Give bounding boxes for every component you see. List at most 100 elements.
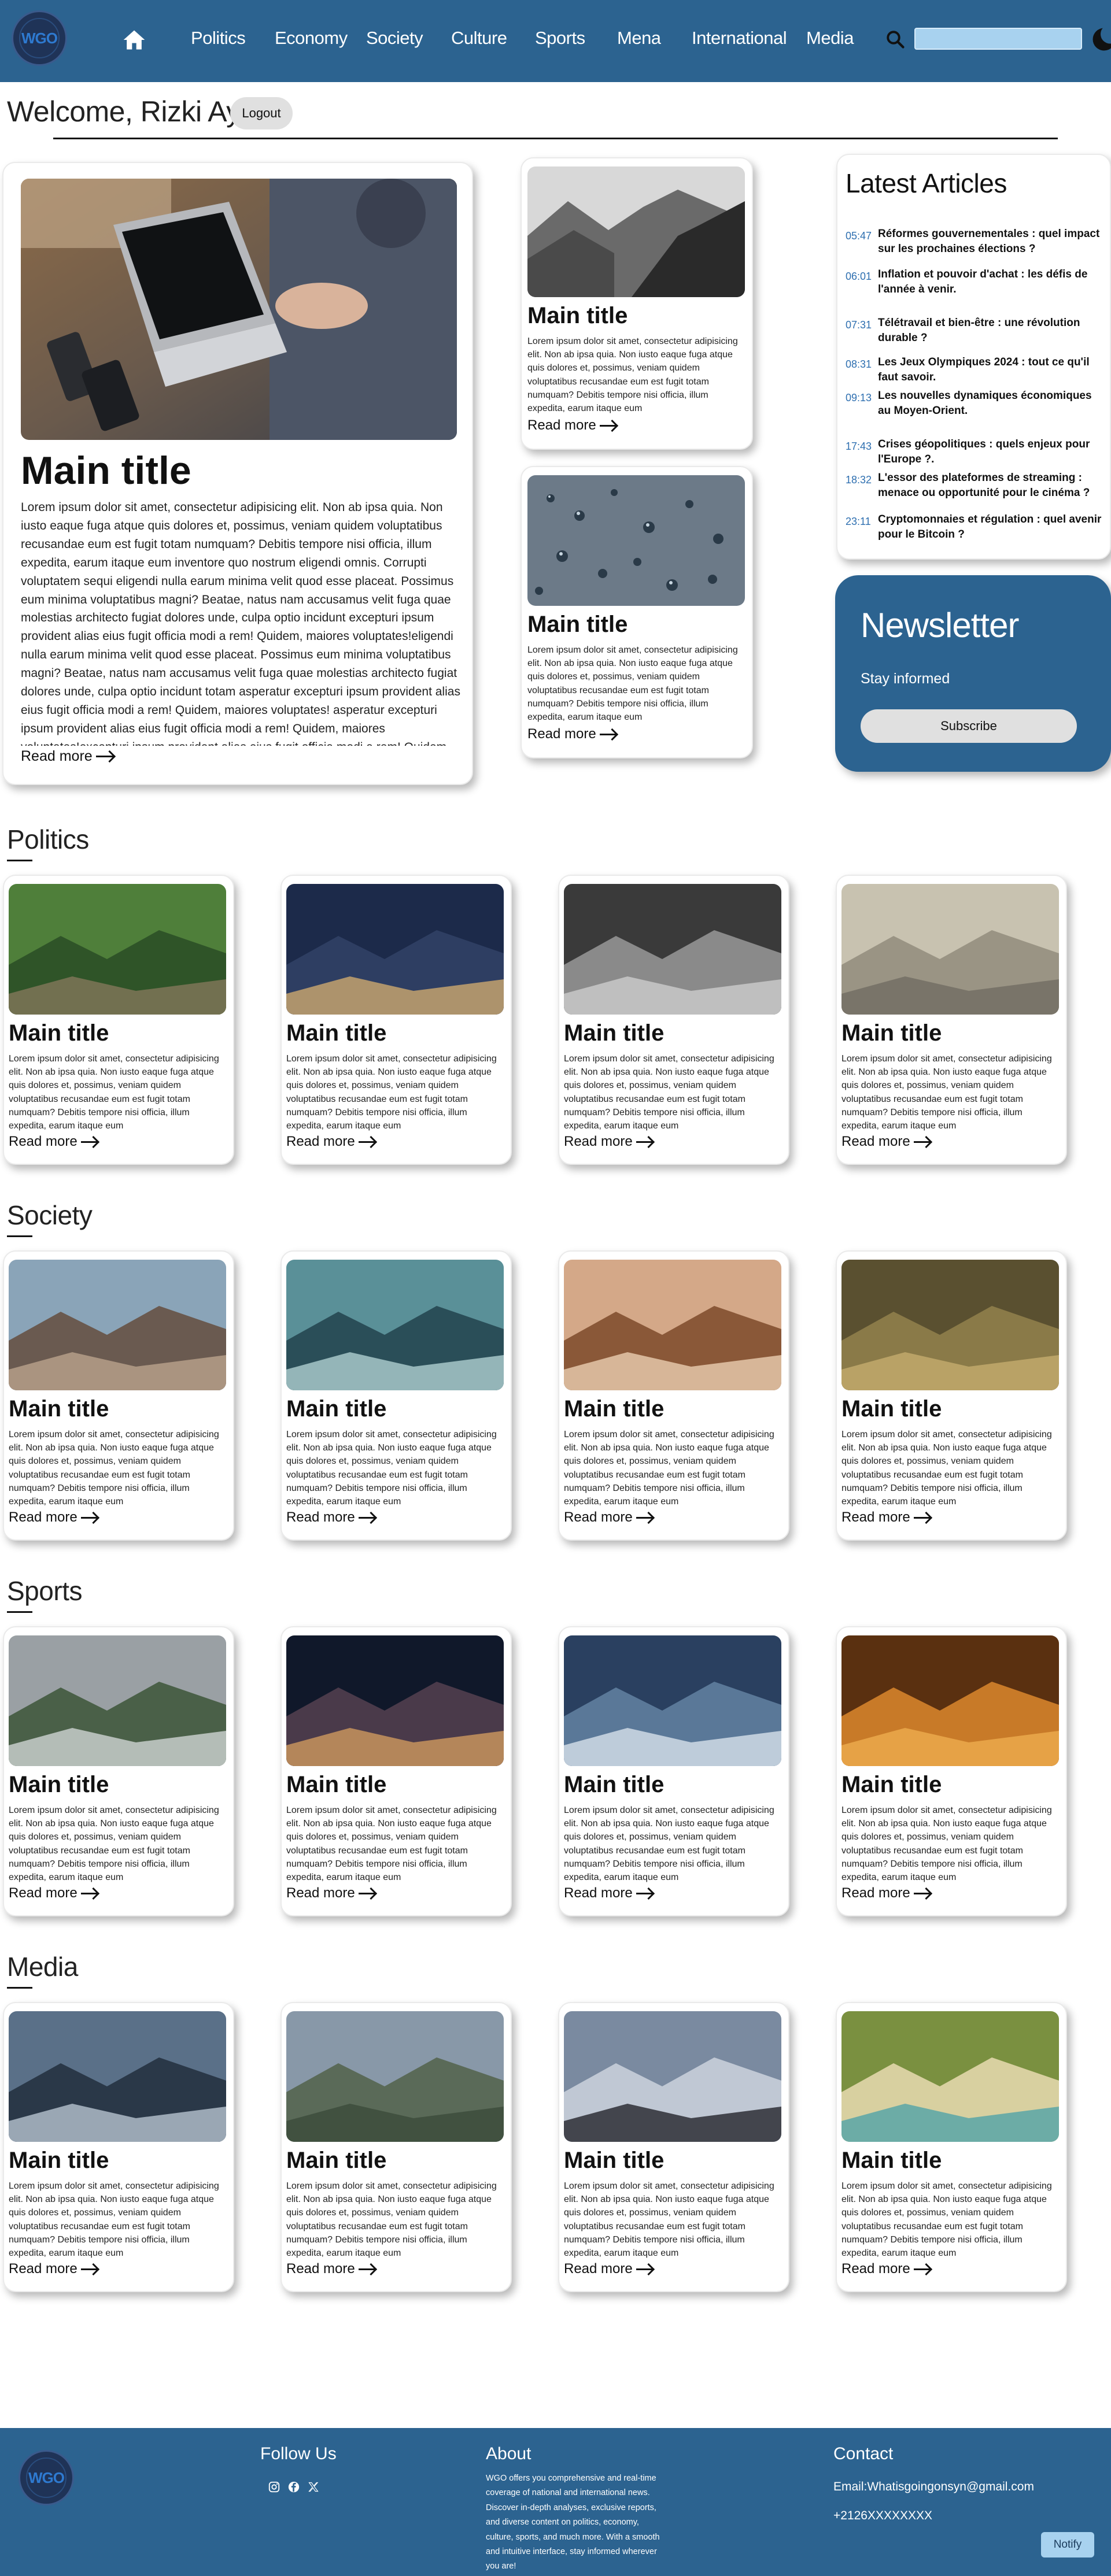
featured-card[interactable]: Main title Lorem ipsum dolor sit amet, c… xyxy=(2,162,473,785)
latest-item[interactable]: 09:13 Les nouvelles dynamiques économique… xyxy=(846,388,1106,418)
misty-mountain-image xyxy=(9,1635,226,1766)
nav-international[interactable]: International xyxy=(692,28,806,49)
forest-stream-image xyxy=(9,884,226,1015)
article-card-title[interactable]: Main title xyxy=(286,1020,386,1046)
latest-item[interactable]: 07:31 Télétravail et bien-être : une révo… xyxy=(846,316,1106,345)
article-card[interactable]: Main title Lorem ipsum dolor sit amet, co… xyxy=(280,1250,512,1541)
article-card-read-more[interactable]: Read more xyxy=(9,2261,97,2277)
article-card[interactable]: Main title Lorem ipsum dolor sit amet, co… xyxy=(558,1250,789,1541)
nav-culture[interactable]: Culture xyxy=(451,28,535,49)
mid-card-2[interactable]: Main title Lorem ipsum dolor sit amet, c… xyxy=(521,466,753,758)
mid-card-2-title[interactable]: Main title xyxy=(527,612,628,638)
article-card-read-more[interactable]: Read more xyxy=(286,1509,375,1526)
article-card[interactable]: Main title Lorem ipsum dolor sit amet, co… xyxy=(558,1626,789,1916)
article-card-title[interactable]: Main title xyxy=(286,1772,386,1798)
facebook-icon[interactable] xyxy=(287,2480,301,2494)
nav-links: Politics Economy Society Culture Sports … xyxy=(191,28,870,49)
article-card-read-more[interactable]: Read more xyxy=(286,1885,375,1901)
instagram-icon[interactable] xyxy=(267,2480,281,2494)
article-card-title[interactable]: Main title xyxy=(564,1772,664,1798)
footer-logo[interactable]: WGO xyxy=(19,2450,74,2505)
article-card-title[interactable]: Main title xyxy=(841,1020,942,1046)
latest-item[interactable]: 06:01 Inflation et pouvoir d'achat : les … xyxy=(846,267,1106,297)
article-card[interactable]: Main title Lorem ipsum dolor sit amet, co… xyxy=(836,2002,1067,2292)
arrow-right-icon xyxy=(80,1141,97,1143)
article-card-read-more[interactable]: Read more xyxy=(841,1134,930,1150)
article-card[interactable]: Main title Lorem ipsum dolor sit amet, co… xyxy=(3,875,234,1165)
article-card[interactable]: Main title Lorem ipsum dolor sit amet, co… xyxy=(558,875,789,1165)
article-card-title[interactable]: Main title xyxy=(564,1396,664,1422)
featured-read-more[interactable]: Read more xyxy=(21,748,113,765)
latest-item[interactable]: 18:32 L'essor des plateformes de streamin… xyxy=(846,471,1106,500)
arrow-right-icon xyxy=(80,2268,97,2270)
mid-card-1-title[interactable]: Main title xyxy=(527,303,628,329)
search-input[interactable] xyxy=(914,28,1082,50)
section-underline xyxy=(7,1235,32,1237)
article-card-read-more[interactable]: Read more xyxy=(564,1134,652,1150)
article-card[interactable]: Main title Lorem ipsum dolor sit amet, co… xyxy=(3,1626,234,1916)
article-card[interactable]: Main title Lorem ipsum dolor sit amet, co… xyxy=(280,875,512,1165)
article-card[interactable]: Main title Lorem ipsum dolor sit amet, co… xyxy=(3,2002,234,2292)
article-card-title[interactable]: Main title xyxy=(9,1772,109,1798)
article-card[interactable]: Main title Lorem ipsum dolor sit amet, co… xyxy=(280,2002,512,2292)
article-card-read-more[interactable]: Read more xyxy=(9,1509,97,1526)
latest-item[interactable]: 05:47 Réformes gouvernementales : quel im… xyxy=(846,227,1106,256)
article-card-body: Lorem ipsum dolor sit amet, consectetur … xyxy=(841,1805,1052,1882)
x-twitter-icon[interactable] xyxy=(307,2480,320,2494)
article-card-title[interactable]: Main title xyxy=(9,1396,109,1422)
latest-item[interactable]: 08:31 Les Jeux Olympiques 2024 : tout ce … xyxy=(846,355,1106,384)
site-logo[interactable]: WGO xyxy=(12,10,67,66)
article-card-read-more[interactable]: Read more xyxy=(286,1134,375,1150)
nav-mena[interactable]: Mena xyxy=(617,28,692,49)
nav-economy[interactable]: Economy xyxy=(275,28,366,49)
article-card-read-more[interactable]: Read more xyxy=(286,2261,375,2277)
featured-title[interactable]: Main title xyxy=(21,448,191,493)
article-card[interactable]: Main title Lorem ipsum dolor sit amet, co… xyxy=(558,2002,789,2292)
mid-card-1-body: Lorem ipsum dolor sit amet, consectetur … xyxy=(527,336,738,413)
nav-society[interactable]: Society xyxy=(366,28,451,49)
article-card-read-more[interactable]: Read more xyxy=(841,1509,930,1526)
article-card-read-more[interactable]: Read more xyxy=(564,2261,652,2277)
footer-email[interactable]: Email:Whatisgoingonsyn@gmail.com xyxy=(833,2480,1034,2494)
article-card-title[interactable]: Main title xyxy=(564,2148,664,2174)
article-card-read-more[interactable]: Read more xyxy=(9,1134,97,1150)
bicycle-bw-image xyxy=(564,884,781,1015)
article-card-read-more[interactable]: Read more xyxy=(841,1885,930,1901)
article-card-read-more[interactable]: Read more xyxy=(564,1885,652,1901)
article-card-body: Lorem ipsum dolor sit amet, consectetur … xyxy=(9,2181,219,2258)
article-card-read-more[interactable]: Read more xyxy=(841,2261,930,2277)
article-card-title[interactable]: Main title xyxy=(841,1396,942,1422)
article-card-body: Lorem ipsum dolor sit amet, consectetur … xyxy=(9,1054,219,1131)
article-card-title[interactable]: Main title xyxy=(564,1020,664,1046)
subscribe-button[interactable]: Subscribe xyxy=(861,709,1077,743)
article-card[interactable]: Main title Lorem ipsum dolor sit amet, co… xyxy=(836,1250,1067,1541)
article-card-title[interactable]: Main title xyxy=(9,1020,109,1046)
nav-politics[interactable]: Politics xyxy=(191,28,275,49)
article-card[interactable]: Main title Lorem ipsum dolor sit amet, co… xyxy=(836,875,1067,1165)
article-card[interactable]: Main title Lorem ipsum dolor sit amet, co… xyxy=(836,1626,1067,1916)
nav-sports[interactable]: Sports xyxy=(535,28,617,49)
article-card-title[interactable]: Main title xyxy=(841,2148,942,2174)
latest-item[interactable]: 23:11 Cryptomonnaies et régulation : quel… xyxy=(846,512,1106,542)
logout-button[interactable]: Logout xyxy=(230,97,293,129)
article-card-body: Lorem ipsum dolor sit amet, consectetur … xyxy=(564,2181,774,2258)
search-icon[interactable] xyxy=(885,29,906,50)
article-card[interactable]: Main title Lorem ipsum dolor sit amet, co… xyxy=(3,1250,234,1541)
latest-item[interactable]: 17:43 Crises géopolitiques : quels enjeux… xyxy=(846,437,1106,467)
article-card-read-more[interactable]: Read more xyxy=(9,1885,97,1901)
home-icon[interactable] xyxy=(121,27,147,53)
mid-card-1[interactable]: Main title Lorem ipsum dolor sit amet, c… xyxy=(521,157,753,450)
moon-icon[interactable] xyxy=(1090,25,1111,53)
article-card-title[interactable]: Main title xyxy=(9,2148,109,2174)
mid-card-2-read-more[interactable]: Read more xyxy=(527,726,616,742)
article-card-title[interactable]: Main title xyxy=(286,2148,386,2174)
footer-phone: +2126XXXXXXXX xyxy=(833,2509,933,2522)
night-sky-gradient-image xyxy=(286,1635,504,1766)
article-card-title[interactable]: Main title xyxy=(841,1772,942,1798)
article-card-title[interactable]: Main title xyxy=(286,1396,386,1422)
article-card-read-more[interactable]: Read more xyxy=(564,1509,652,1526)
nav-media[interactable]: Media xyxy=(806,28,870,49)
notify-button[interactable]: Notify xyxy=(1041,2532,1094,2558)
mid-card-1-read-more[interactable]: Read more xyxy=(527,417,616,434)
article-card[interactable]: Main title Lorem ipsum dolor sit amet, co… xyxy=(280,1626,512,1916)
